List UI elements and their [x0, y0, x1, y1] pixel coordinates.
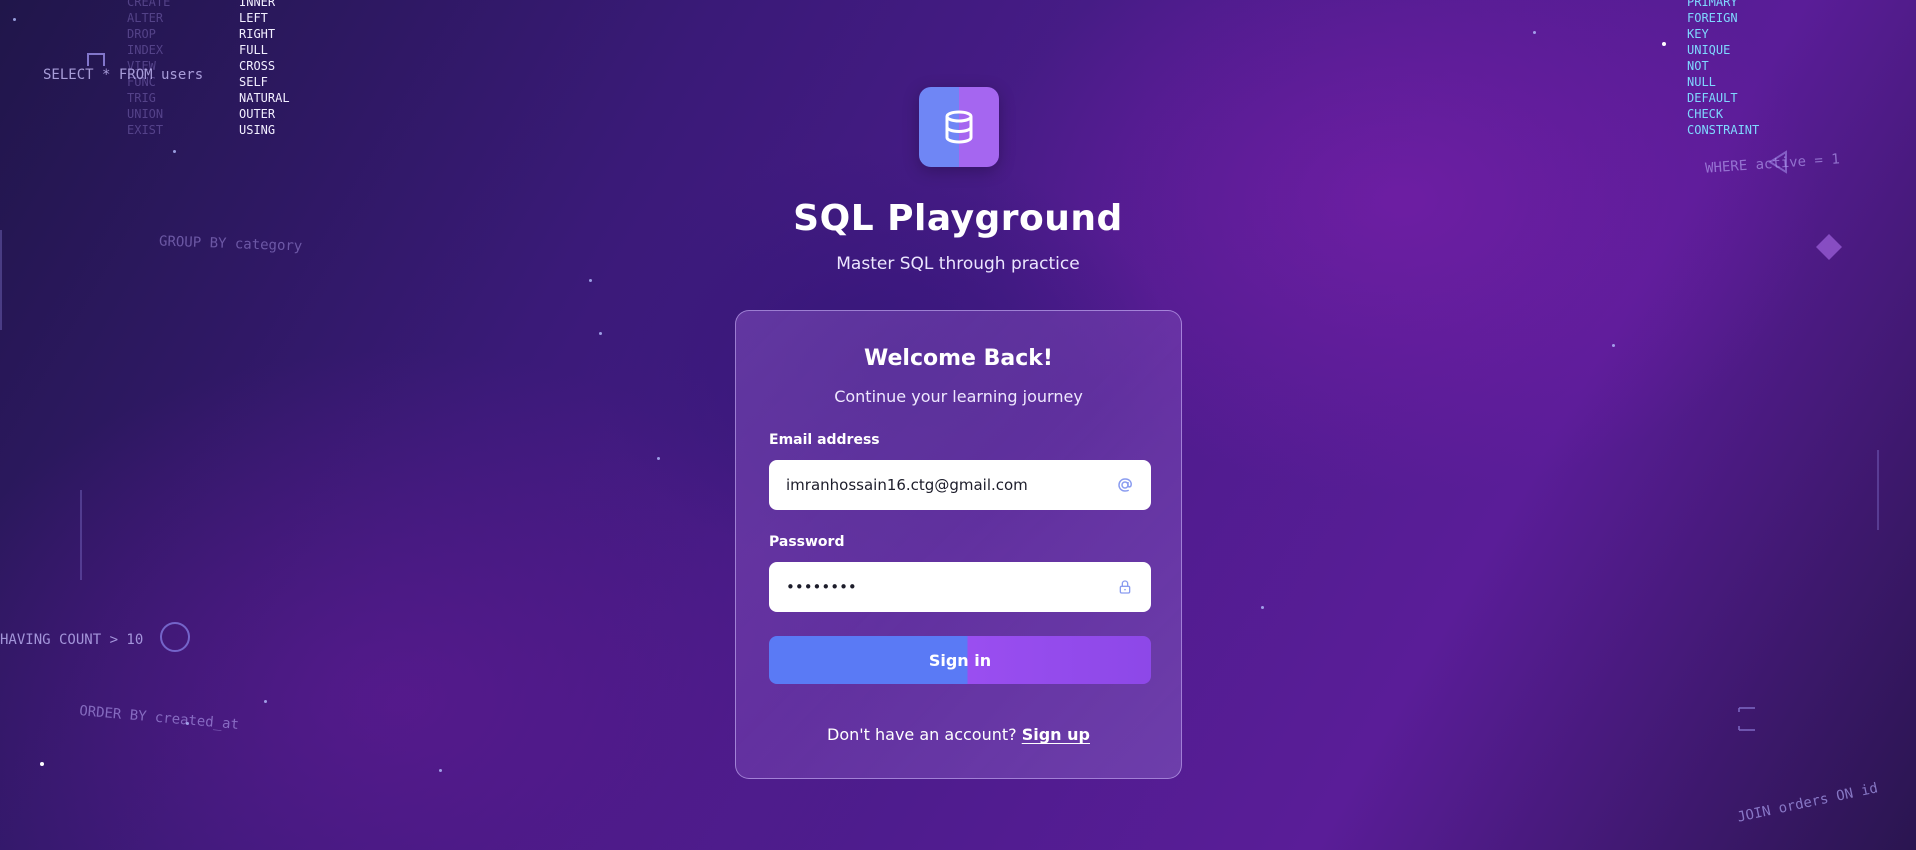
decorative-line — [1877, 450, 1879, 530]
app-title: SQL Playground — [793, 198, 1123, 239]
star-dot — [1662, 42, 1666, 46]
circle-outline-icon — [160, 622, 190, 652]
email-label: Email address — [769, 432, 880, 448]
star-dot — [657, 457, 660, 460]
floating-sql-join: JOIN orders ON id — [1735, 780, 1880, 826]
star-dot — [1612, 344, 1615, 347]
star-dot — [186, 722, 189, 725]
triangle-outline-icon — [1768, 150, 1787, 174]
database-icon — [945, 110, 973, 144]
signup-row: Don't have an account? Sign up — [736, 725, 1181, 744]
password-field-wrapper — [769, 562, 1151, 612]
app-subtitle: Master SQL through practice — [836, 254, 1080, 274]
floating-sql-select: SELECT * FROM users — [43, 67, 204, 83]
star-dot — [13, 18, 16, 21]
at-sign-icon — [1116, 476, 1134, 494]
star-dot — [264, 700, 267, 703]
keyword-column-joins: INNER LEFT RIGHT FULL CROSS SELF NATURAL… — [239, 0, 290, 137]
floating-sql-having: HAVING COUNT > 10 — [0, 632, 144, 648]
star-dot — [1533, 31, 1536, 34]
password-label: Password — [769, 534, 845, 550]
login-card: Welcome Back! Continue your learning jou… — [735, 310, 1182, 779]
login-subtitle: Continue your learning journey — [834, 387, 1083, 406]
star-dot — [173, 150, 176, 153]
star-dot — [599, 332, 602, 335]
star-dot — [589, 279, 592, 282]
login-title: Welcome Back! — [864, 346, 1053, 371]
keyword-column-constraints: PRIMARY FOREIGN KEY UNIQUE NOT NULL DEFA… — [1687, 0, 1760, 137]
signup-prompt: Don't have an account? — [827, 725, 1017, 744]
square-outline-icon — [87, 53, 105, 66]
decorative-line — [0, 230, 2, 330]
floating-sql-order-by: ORDER BY created_at — [78, 703, 240, 733]
star-dot — [439, 769, 442, 772]
sign-in-button[interactable]: Sign in — [769, 636, 1151, 684]
email-field[interactable] — [786, 476, 1116, 494]
email-field-wrapper — [769, 460, 1151, 510]
app-logo — [919, 87, 999, 167]
lock-icon — [1116, 578, 1134, 596]
star-dot — [1261, 606, 1264, 609]
bracket-icon — [1738, 707, 1755, 731]
password-field[interactable] — [786, 578, 1116, 596]
decorative-line — [80, 490, 82, 580]
signup-link[interactable]: Sign up — [1022, 725, 1090, 744]
star-dot — [40, 762, 44, 766]
